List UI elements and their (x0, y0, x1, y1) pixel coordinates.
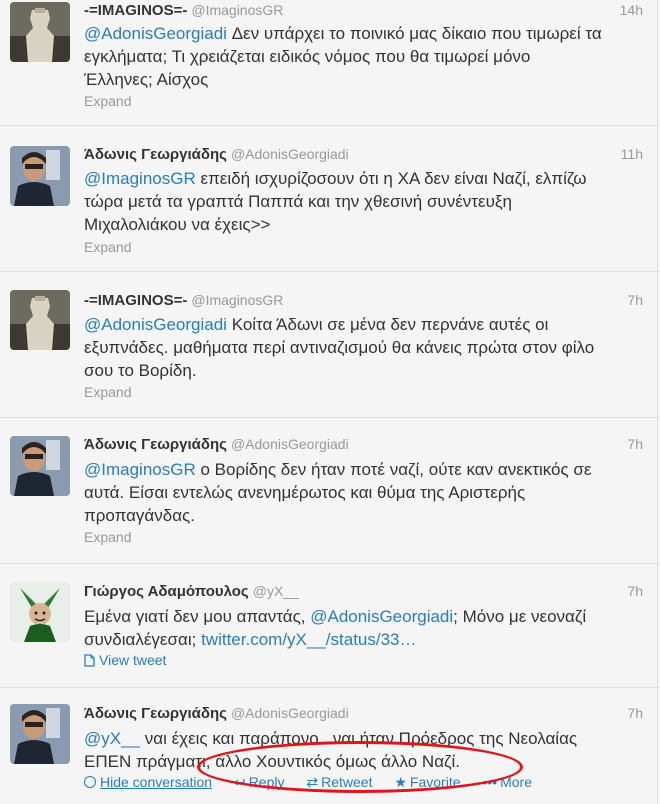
tweet-time[interactable]: 7h (627, 434, 643, 454)
status-link[interactable]: twitter.com/yX__/status/33… (201, 630, 416, 649)
user-name[interactable]: -=IMAGINOS=- (84, 292, 187, 309)
tweet-header: Άδωνις Γεωργιάδης @AdonisGeorgiadi 7h (84, 434, 643, 454)
tweet-time[interactable]: 7h (627, 703, 643, 723)
mention-link[interactable]: @ImaginosGR (84, 460, 196, 479)
man-portrait-avatar[interactable] (10, 146, 70, 206)
jester-avatar[interactable] (10, 582, 70, 642)
tweet-time[interactable]: 14h (620, 0, 643, 20)
tweet-item[interactable]: -=IMAGINOS=- @ImaginosGR 14h @AdonisGeorg… (0, 0, 658, 126)
tweet-item[interactable]: -=IMAGINOS=- @ImaginosGR 7h @AdonisGeorgi… (0, 272, 658, 418)
tweet-text: @AdonisGeorgiadi Δεν υπάρχει το ποινικό … (84, 24, 602, 89)
conversation-icon (84, 776, 96, 788)
tweet-header: -=IMAGINOS=- @ImaginosGR 7h (84, 290, 643, 310)
user-name[interactable]: -=IMAGINOS=- (84, 2, 187, 19)
tweet-text: @AdonisGeorgiadi Κοίτα Άδωνι σε μένα δεν… (84, 315, 595, 380)
mention-link[interactable]: @ImaginosGR (84, 169, 196, 188)
expand-link[interactable]: Expand (84, 529, 131, 545)
mention-link[interactable]: @AdonisGeorgiadi (84, 315, 227, 334)
tweet-item[interactable]: Γιώργος Αδαμόπουλος @yX__ 7h Εμένα γιατί … (0, 564, 658, 688)
tweet-text: Εμένα γιατί δεν μου απαντάς, @AdonisGeor… (84, 607, 587, 649)
user-handle[interactable]: @ImaginosGR (191, 2, 283, 18)
user-name[interactable]: Γιώργος Αδαμόπουλος (84, 583, 249, 600)
red-annotation-ellipse (197, 741, 523, 793)
tweet-header: Γιώργος Αδαμόπουλος @yX__ 7h (84, 581, 643, 601)
user-handle[interactable]: @ImaginosGR (191, 292, 283, 308)
mention-link[interactable]: @AdonisGeorgiadi (310, 607, 453, 626)
man-portrait-avatar[interactable] (10, 704, 70, 764)
user-name[interactable]: Άδωνις Γεωργιάδης (84, 436, 227, 453)
mention-link[interactable]: @yX__ (84, 729, 140, 748)
user-handle[interactable]: @AdonisGeorgiadi (231, 705, 349, 721)
user-handle[interactable]: @AdonisGeorgiadi (231, 146, 349, 162)
statue-avatar[interactable] (10, 290, 70, 350)
expand-link[interactable]: Expand (84, 384, 131, 400)
expand-link[interactable]: Expand (84, 239, 131, 255)
user-handle[interactable]: @AdonisGeorgiadi (231, 436, 349, 452)
man-portrait-avatar[interactable] (10, 436, 70, 496)
tweet-item[interactable]: Άδωνις Γεωργιάδης @AdonisGeorgiadi 7h @Im… (0, 418, 658, 564)
tweet-text: @ImaginosGR ο Βορίδης δεν ήταν ποτέ ναζί… (84, 460, 592, 525)
tweet-time[interactable]: 7h (627, 290, 643, 310)
tweet-stream: -=IMAGINOS=- @ImaginosGR 14h @AdonisGeorg… (0, 0, 660, 804)
mention-link[interactable]: @AdonisGeorgiadi (84, 24, 227, 43)
tweet-text: @ImaginosGR επειδή ισχυρίζοσουν ότι η ΧΑ… (84, 169, 587, 234)
statue-avatar[interactable] (10, 2, 70, 62)
tweet-time[interactable]: 7h (627, 581, 643, 601)
user-handle[interactable]: @yX__ (253, 583, 299, 599)
user-name[interactable]: Άδωνις Γεωργιάδης (84, 705, 227, 722)
tweet-item[interactable]: Άδωνις Γεωργιάδης @AdonisGeorgiadi 11h @I… (0, 126, 658, 272)
expand-link[interactable]: Expand (84, 93, 131, 109)
user-name[interactable]: Άδωνις Γεωργιάδης (84, 146, 227, 163)
tweet-header: Άδωνις Γεωργιάδης @AdonisGeorgiadi 7h (84, 703, 643, 723)
tweet-header: -=IMAGINOS=- @ImaginosGR 14h (84, 0, 643, 20)
hide-conversation-button[interactable]: Hide conversation (84, 774, 212, 790)
tweet-header: Άδωνις Γεωργιάδης @AdonisGeorgiadi 11h (84, 144, 643, 164)
view-tweet-link[interactable]: View tweet (84, 652, 166, 670)
tweet-time[interactable]: 11h (621, 144, 643, 164)
document-icon (84, 654, 95, 670)
